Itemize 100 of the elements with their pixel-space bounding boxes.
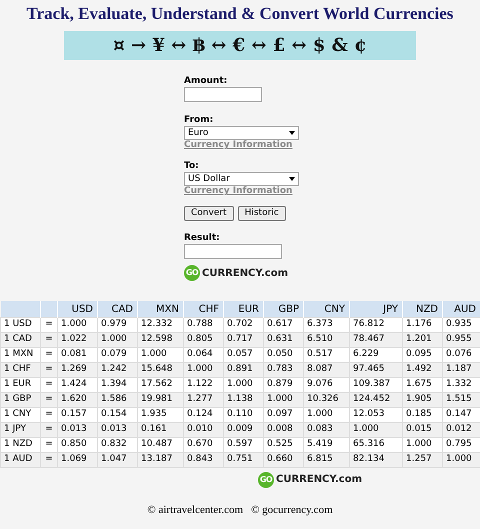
row-label: 1 CNY xyxy=(0,407,40,422)
table-cell: 109.387 xyxy=(350,377,402,392)
amount-field[interactable] xyxy=(184,87,262,102)
row-label: 1 EUR xyxy=(0,377,40,392)
table-cell: 0.157 xyxy=(58,407,98,422)
table-cell: 0.832 xyxy=(98,437,138,452)
table-cell: 0.154 xyxy=(98,407,138,422)
column-header: EUR xyxy=(224,301,264,318)
logo-text: CURRENCY.com xyxy=(202,266,288,281)
logo-text: CURRENCY.com xyxy=(276,473,362,488)
table-cell: 1.000 xyxy=(304,407,350,422)
footer-link[interactable]: gocurrency.com xyxy=(262,504,333,516)
table-cell: 1.492 xyxy=(402,362,442,378)
table-cell: 10.326 xyxy=(304,392,350,408)
table-cell: 0.009 xyxy=(224,422,264,438)
table-cell: 0.795 xyxy=(442,437,480,452)
result-label: Result: xyxy=(184,233,221,244)
table-cell: 1.000 xyxy=(442,452,480,468)
table-cell: 1.242 xyxy=(98,362,138,378)
result-field[interactable] xyxy=(184,244,282,260)
table-cell: 0.124 xyxy=(184,407,224,422)
table-cell: 0.097 xyxy=(264,407,304,422)
column-header: NZD xyxy=(402,301,442,318)
table-cell: 5.419 xyxy=(304,437,350,452)
table-cell: 1.000 xyxy=(58,317,98,332)
from-currency-dropdown[interactable]: Euro xyxy=(184,126,299,140)
table-cell: 0.660 xyxy=(264,452,304,468)
table-cell: 0.955 xyxy=(442,332,480,348)
table-cell: 0.783 xyxy=(264,362,304,378)
to-label: To: xyxy=(184,161,200,172)
column-header: GBP xyxy=(264,301,304,318)
table-cell: 0.805 xyxy=(184,332,224,348)
table-cell: 0.979 xyxy=(98,317,138,332)
logo-badge: GO xyxy=(184,265,200,282)
table-cell: 0.050 xyxy=(264,347,304,362)
table-cell: 6.510 xyxy=(304,332,350,348)
table-cell: 0.670 xyxy=(184,437,224,452)
row-label: 1 USD xyxy=(0,317,40,332)
table-cell: 0.147 xyxy=(442,407,480,422)
table-cell: 1.122 xyxy=(184,377,224,392)
to-currency-dropdown[interactable]: US Dollar xyxy=(184,172,299,186)
table-cell: 1.000 xyxy=(184,362,224,378)
table-cell: 0.597 xyxy=(224,437,264,452)
column-header: CAD xyxy=(98,301,138,318)
table-cell: 6.815 xyxy=(304,452,350,468)
page-title: Track, Evaluate, Understand & Convert World Currencies xyxy=(26,3,454,24)
table-cell: 0.110 xyxy=(224,407,264,422)
table-cell: 12.598 xyxy=(138,332,184,348)
table-cell: 0.525 xyxy=(264,437,304,452)
table-cell: 10.487 xyxy=(138,437,184,452)
table-cell: 1.000 xyxy=(350,422,402,438)
table-cell: 1.675 xyxy=(402,377,442,392)
table-cell: 1.022 xyxy=(58,332,98,348)
table-cell: 1.138 xyxy=(224,392,264,408)
table-cell: 0.717 xyxy=(224,332,264,348)
table-cell: 0.076 xyxy=(442,347,480,362)
table-cell: 0.083 xyxy=(304,422,350,438)
table-cell: 65.316 xyxy=(350,437,402,452)
table-cell: 1.515 xyxy=(442,392,480,408)
table-cell: 1.069 xyxy=(58,452,98,468)
table-cell: 1.424 xyxy=(58,377,98,392)
from-label: From: xyxy=(184,115,214,126)
historic-button[interactable]: Historic xyxy=(238,206,286,222)
row-label: 1 MXN xyxy=(0,347,40,362)
table-cell: 13.187 xyxy=(138,452,184,468)
table-cell: 1.586 xyxy=(98,392,138,408)
table-cell: 0.013 xyxy=(58,422,98,438)
table-cell: 0.935 xyxy=(442,317,480,332)
table-cell: 0.064 xyxy=(184,347,224,362)
amount-label: Amount: xyxy=(184,76,228,88)
footer-link[interactable]: airtravelcenter.com xyxy=(158,504,244,516)
table-cell: 1.000 xyxy=(138,347,184,362)
convert-button[interactable]: Convert xyxy=(184,206,234,222)
column-header: MXN xyxy=(138,301,184,318)
table-cell: 1.935 xyxy=(138,407,184,422)
table-cell: 0.161 xyxy=(138,422,184,438)
dropdown-caret-icon xyxy=(289,177,295,182)
table-cell: 0.081 xyxy=(58,347,98,362)
table-cell: 1.620 xyxy=(58,392,98,408)
row-label: 1 NZD xyxy=(0,437,40,452)
table-cell: 1.000 xyxy=(98,332,138,348)
table-cell: 82.134 xyxy=(350,452,402,468)
dropdown-caret-icon xyxy=(289,131,295,136)
table-cell: 0.095 xyxy=(402,347,442,362)
table-cell: 0.185 xyxy=(402,407,442,422)
table-cell: 6.229 xyxy=(350,347,402,362)
table-cell: 1.269 xyxy=(58,362,98,378)
table-cell: 1.201 xyxy=(402,332,442,348)
table-cell: 1.277 xyxy=(184,392,224,408)
table-cell: 17.562 xyxy=(138,377,184,392)
table-cell: 0.013 xyxy=(98,422,138,438)
table-cell: 8.087 xyxy=(304,362,350,378)
row-label: 1 AUD xyxy=(0,452,40,468)
column-header: CNY xyxy=(304,301,350,318)
table-cell: 0.850 xyxy=(58,437,98,452)
table-cell: 0.751 xyxy=(224,452,264,468)
table-cell: 1.000 xyxy=(264,392,304,408)
table-cell: 0.015 xyxy=(402,422,442,438)
row-label: 1 CHF xyxy=(0,362,40,378)
table-cell: 1.047 xyxy=(98,452,138,468)
